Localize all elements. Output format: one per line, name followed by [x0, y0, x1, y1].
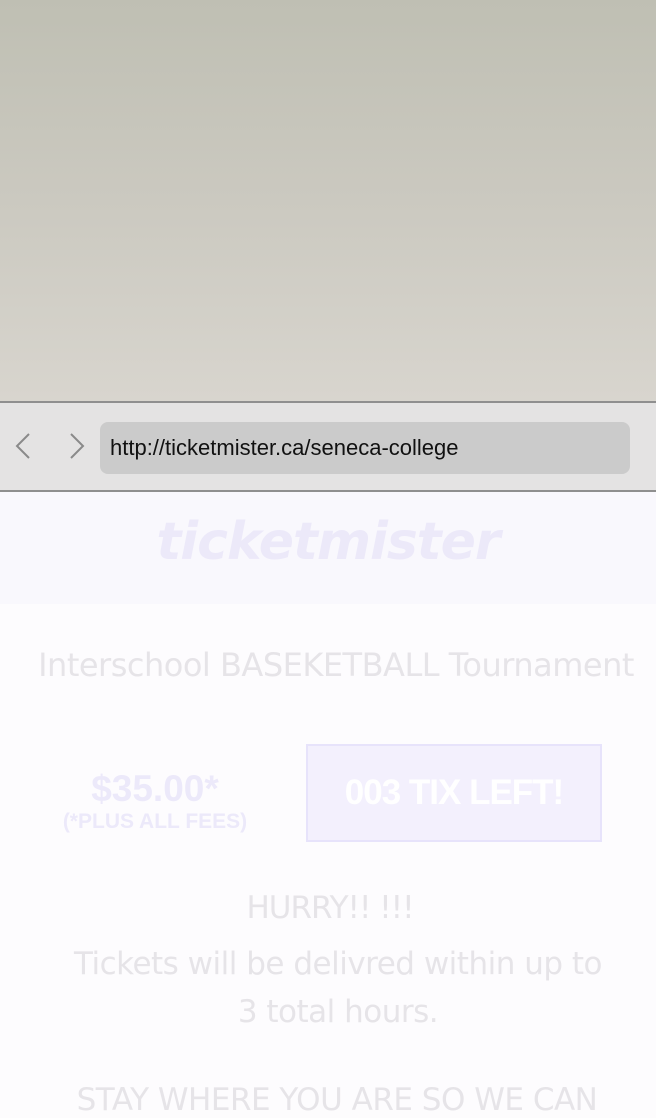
chevron-right-icon — [67, 431, 87, 465]
tickets-left-button[interactable]: 003 TIX LEFT! — [306, 744, 602, 842]
stay-text: STAY WHERE YOU ARE SO WE CAN — [76, 1082, 598, 1118]
chevron-left-icon — [13, 431, 33, 465]
url-field[interactable]: http://ticketmister.ca/seneca-college — [100, 422, 630, 474]
delivery-note: Tickets will be delivred within up to 3 … — [73, 946, 603, 1030]
fees-note: (*PLUS ALL FEES) — [62, 810, 248, 833]
forward-button[interactable] — [62, 430, 92, 466]
url-text: http://ticketmister.ca/seneca-college — [110, 435, 459, 460]
back-button[interactable] — [8, 430, 38, 466]
site-logo[interactable]: ticketmister — [0, 512, 656, 572]
hurry-text: HURRY!! !!! — [246, 890, 414, 926]
site-header: ticketmister — [0, 492, 656, 604]
web-page-content: ticketmister Interschool BASEKETBALL Tou… — [0, 492, 656, 1118]
browser-address-bar: http://ticketmister.ca/seneca-college — [0, 401, 656, 492]
ticket-price: $35.00* — [91, 768, 219, 809]
event-title: Interschool BASEKETBALL Tournament — [38, 646, 634, 684]
top-gradient-area — [0, 0, 656, 401]
tickets-left-label: 003 TIX LEFT! — [344, 773, 564, 812]
